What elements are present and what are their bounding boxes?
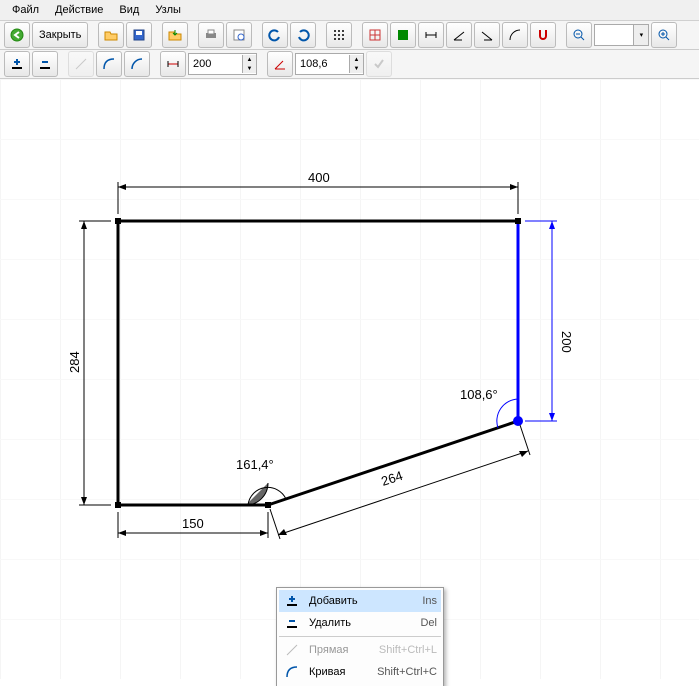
- arc-tool-button[interactable]: [124, 51, 150, 77]
- angle-input[interactable]: ▲▼: [295, 53, 364, 75]
- preview-button[interactable]: [226, 22, 252, 48]
- length-input[interactable]: ▲▼: [188, 53, 257, 75]
- ctx-curve-sc: Shift+Ctrl+C: [377, 666, 437, 678]
- save-button[interactable]: [126, 22, 152, 48]
- dim-top: 400: [308, 170, 330, 185]
- redo-button[interactable]: [290, 22, 316, 48]
- dim-horizontal-button[interactable]: [418, 22, 444, 48]
- length-up[interactable]: ▲: [242, 55, 256, 64]
- grid-toggle-button[interactable]: [326, 22, 352, 48]
- back-button[interactable]: [4, 22, 30, 48]
- dim-right: 200: [559, 331, 574, 353]
- print-button[interactable]: [198, 22, 224, 48]
- dim-angle2-button[interactable]: [474, 22, 500, 48]
- ctx-add-sc: Ins: [422, 595, 437, 607]
- dim-angle1-button[interactable]: [446, 22, 472, 48]
- snap-magnet-button[interactable]: [530, 22, 556, 48]
- length-icon[interactable]: [160, 51, 186, 77]
- dim-left: 284: [67, 351, 82, 373]
- ctx-delete-sc: Del: [420, 617, 437, 629]
- open-button[interactable]: [98, 22, 124, 48]
- dim-arc-button[interactable]: [502, 22, 528, 48]
- undo-button[interactable]: [262, 22, 288, 48]
- menu-view[interactable]: Вид: [111, 2, 147, 18]
- line-icon: [283, 641, 301, 659]
- angle-icon[interactable]: [267, 51, 293, 77]
- ctx-add-label: Добавить: [309, 595, 414, 607]
- dim-diag: 264: [379, 468, 404, 489]
- close-label: Закрыть: [39, 29, 81, 41]
- context-menu: Добавить Ins Удалить Del Прямая Shift+Ct…: [276, 587, 444, 686]
- menu-action[interactable]: Действие: [47, 2, 111, 18]
- line-tool-button[interactable]: [68, 51, 94, 77]
- drawing-canvas[interactable]: 400 284 150 264 200 161,4° 108,6°: [0, 79, 699, 679]
- ctx-add[interactable]: Добавить Ins: [279, 590, 441, 612]
- apply-button[interactable]: [366, 51, 392, 77]
- ctx-line-label: Прямая: [309, 644, 371, 656]
- angle-up[interactable]: ▲: [349, 55, 363, 64]
- menu-bar: Файл Действие Вид Узлы: [0, 0, 699, 21]
- dim-bottom: 150: [182, 516, 204, 531]
- zoom-out-button[interactable]: [566, 22, 592, 48]
- import-button[interactable]: [162, 22, 188, 48]
- snap-grid-button[interactable]: [362, 22, 388, 48]
- angle-field[interactable]: [296, 55, 349, 73]
- ctx-curve-label: Кривая: [309, 666, 369, 678]
- toolbar-1: Закрыть ▾: [0, 21, 699, 50]
- toolbar-2: ▲▼ ▲▼: [0, 50, 699, 79]
- ctx-delete[interactable]: Удалить Del: [279, 612, 441, 634]
- zoom-field[interactable]: [595, 25, 633, 45]
- zoom-dropdown[interactable]: ▾: [633, 25, 648, 45]
- angle-down[interactable]: ▼: [349, 64, 363, 73]
- ctx-line: Прямая Shift+Ctrl+L: [279, 639, 441, 661]
- menu-file[interactable]: Файл: [4, 2, 47, 18]
- add-node-button[interactable]: [4, 51, 30, 77]
- menu-nodes[interactable]: Узлы: [147, 2, 189, 18]
- length-down[interactable]: ▼: [242, 64, 256, 73]
- add-node-icon: [283, 592, 301, 610]
- snap-object-button[interactable]: [390, 22, 416, 48]
- remove-node-button[interactable]: [32, 51, 58, 77]
- ctx-curve[interactable]: Кривая Shift+Ctrl+C: [279, 661, 441, 683]
- zoom-in-button[interactable]: [651, 22, 677, 48]
- close-button[interactable]: Закрыть: [32, 22, 88, 48]
- length-field[interactable]: [189, 55, 242, 73]
- dim-angle1: 161,4°: [236, 457, 274, 472]
- remove-node-icon: [283, 614, 301, 632]
- ctx-line-sc: Shift+Ctrl+L: [379, 644, 437, 656]
- dim-angle2: 108,6°: [460, 387, 498, 402]
- zoom-input[interactable]: ▾: [594, 24, 649, 46]
- ctx-delete-label: Удалить: [309, 617, 412, 629]
- curve-tool-button[interactable]: [96, 51, 122, 77]
- curve-icon: [283, 663, 301, 681]
